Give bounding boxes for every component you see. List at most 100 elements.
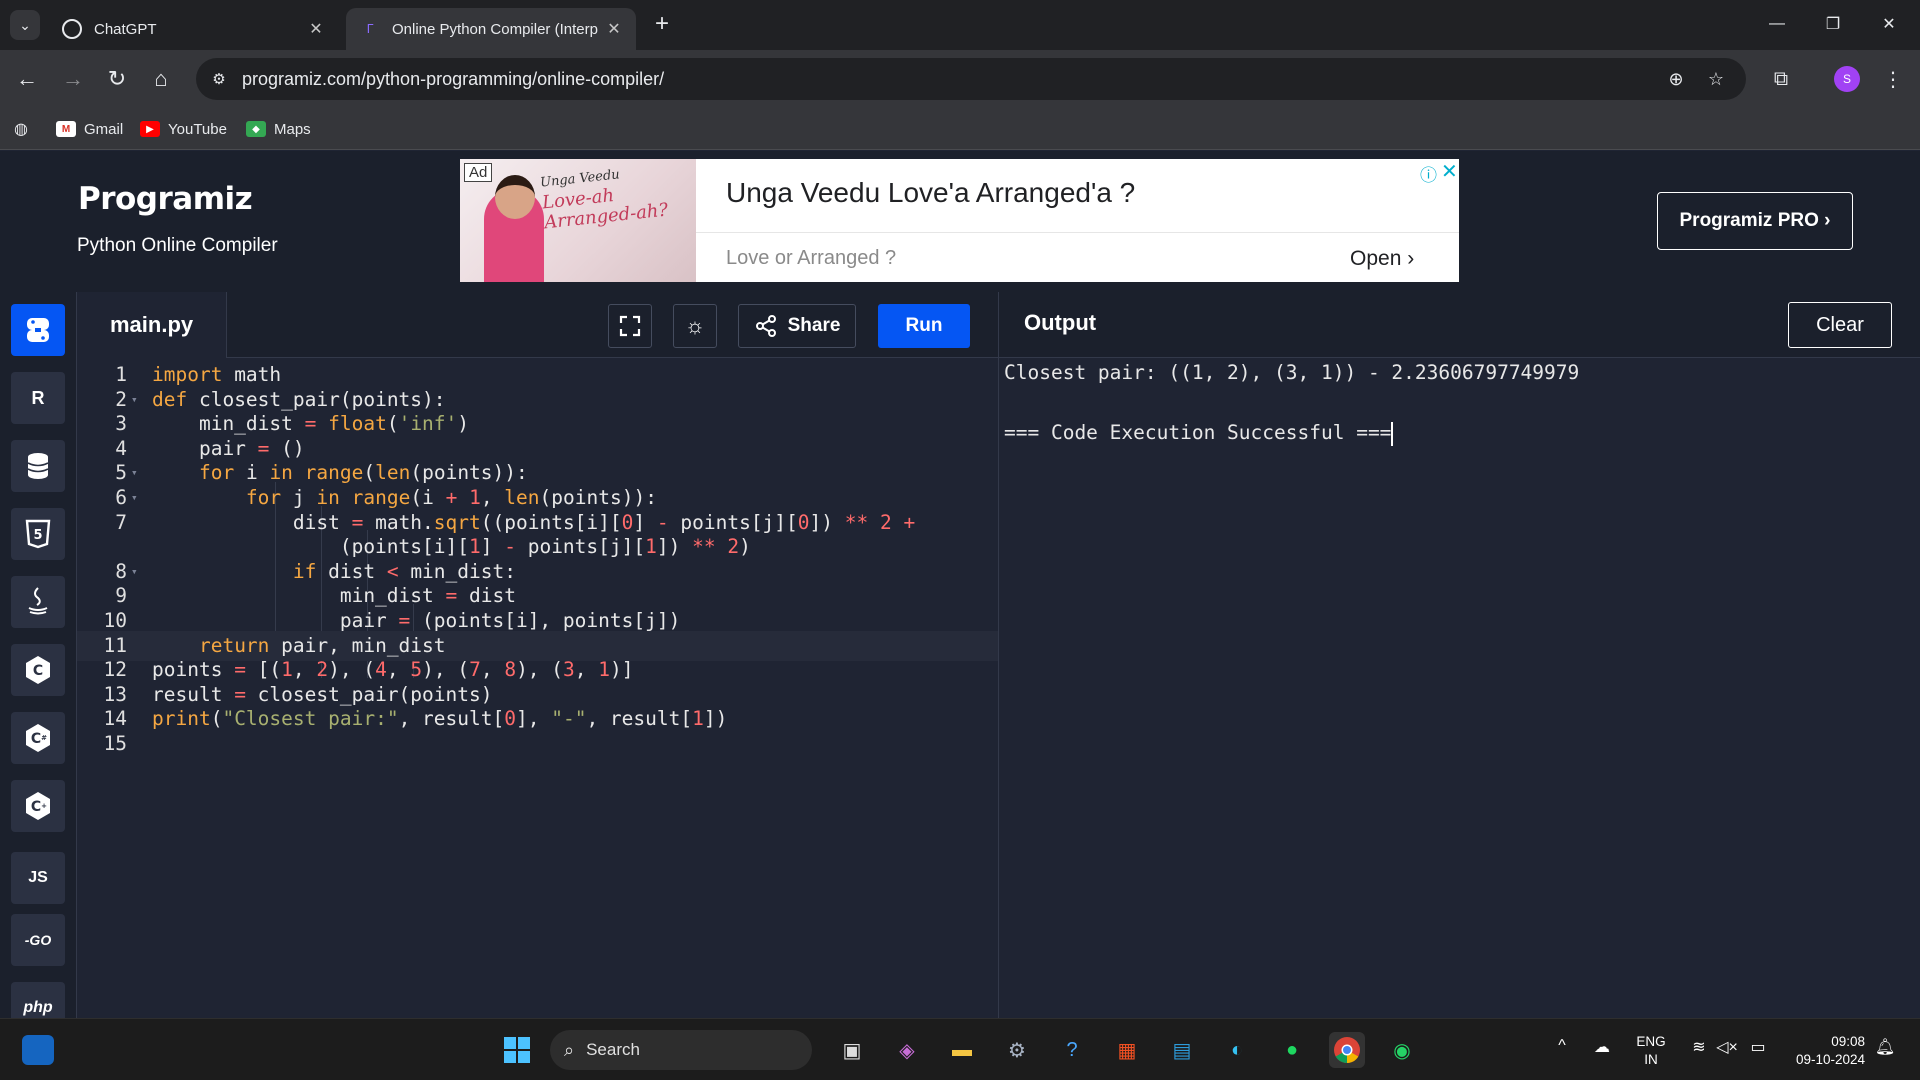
system-clock[interactable]: 09:08 09-10-2024: [1785, 1033, 1865, 1069]
bookmark-label: Gmail: [84, 120, 124, 138]
go-icon[interactable]: -GO: [11, 914, 65, 966]
file-tab-main-py[interactable]: main.py: [77, 292, 227, 358]
svg-text:#: #: [41, 734, 47, 742]
speaker-muted-icon[interactable]: ◁×: [1716, 1037, 1738, 1057]
minimize-icon: —: [1769, 15, 1785, 32]
close-icon[interactable]: ✕: [306, 19, 326, 39]
run-button[interactable]: Run: [878, 304, 970, 348]
tab-online-python-compiler[interactable]: ᒥ Online Python Compiler (Interp ✕: [346, 8, 636, 50]
home-icon: ⌂: [154, 66, 168, 91]
ms-store-icon[interactable]: ▦: [1109, 1032, 1145, 1068]
taskbar-search[interactable]: ⌕ Search: [550, 1030, 812, 1070]
help-icon[interactable]: ?: [1054, 1032, 1090, 1068]
onedrive-cloud-icon[interactable]: ☁: [1590, 1037, 1614, 1057]
restore-button[interactable]: ❐: [1810, 8, 1856, 40]
chevron-up-icon[interactable]: ^: [1552, 1037, 1572, 1055]
battery-icon[interactable]: ▭: [1746, 1037, 1770, 1057]
ad-badge: Ad: [464, 163, 493, 182]
close-window-button[interactable]: ✕: [1866, 8, 1912, 40]
back-button[interactable]: ←: [12, 64, 42, 94]
file-explorer-icon[interactable]: ▬: [944, 1032, 980, 1068]
search-placeholder: Search: [586, 1040, 640, 1059]
maps-icon: ◆: [246, 121, 266, 137]
zoom-icon[interactable]: ⊕: [1664, 67, 1688, 91]
gmail-icon: M: [56, 121, 76, 137]
minimize-button[interactable]: —: [1754, 8, 1800, 40]
settings-gear-icon[interactable]: ⚙: [999, 1032, 1035, 1068]
language-sidebar: R 5 C C # C + JS -GO php: [0, 292, 77, 1034]
browser-menu-button[interactable]: ⋮: [1878, 64, 1908, 94]
ad-headline[interactable]: Unga Veedu Love'a Arranged'a ?: [726, 177, 1135, 209]
info-icon[interactable]: ⓘ: [1420, 161, 1437, 186]
new-tab-button[interactable]: +: [648, 10, 676, 38]
ad-image-text: Unga Veedu Love-ah Arranged-ah?: [539, 167, 670, 234]
output-line: Closest pair: ((1, 2), (3, 1)) - 2.23606…: [1004, 361, 1580, 384]
site-info-icon[interactable]: ⚙: [208, 68, 230, 90]
extensions-button[interactable]: ⧉: [1766, 64, 1796, 94]
code-editor[interactable]: 1 import math 2 ▾ def closest_pair(points): 3…: [77, 358, 998, 1018]
address-bar[interactable]: ⚙ programiz.com/python-programming/onlin…: [196, 58, 1746, 100]
tab-chatgpt[interactable]: ChatGPT ✕: [48, 8, 338, 50]
ad-open-button[interactable]: Open ›: [1350, 247, 1414, 271]
sql-icon[interactable]: [11, 440, 65, 492]
csharp-icon[interactable]: C #: [11, 712, 65, 764]
python-icon[interactable]: [11, 304, 65, 356]
site-header: Programiz Python Online Compiler Unga Ve…: [0, 151, 1920, 292]
c-icon[interactable]: C: [11, 644, 65, 696]
share-button[interactable]: Share: [738, 304, 856, 348]
windows-taskbar: ⌕ Search ▣ ◈ ▬ ⚙ ? ▦ ▤ ◐ ● ◉ ^ ☁ ENG IN …: [0, 1018, 1920, 1080]
widgets-icon[interactable]: [22, 1035, 54, 1065]
home-button[interactable]: ⌂: [146, 64, 176, 94]
r-icon[interactable]: R: [11, 372, 65, 424]
programiz-pro-button[interactable]: Programiz PRO ›: [1657, 192, 1853, 250]
more-vert-icon: ⋮: [1883, 68, 1903, 91]
output-line: === Code Execution Successful ===: [1004, 421, 1394, 446]
reload-button[interactable]: ↻: [102, 64, 132, 94]
apps-shortcut[interactable]: ◍: [14, 118, 28, 140]
puzzle-icon: ⧉: [1773, 67, 1789, 90]
reload-icon: ↻: [107, 66, 127, 91]
clear-button[interactable]: Clear: [1788, 302, 1892, 348]
wifi-icon[interactable]: ≋: [1688, 1037, 1710, 1057]
fullscreen-button[interactable]: [608, 304, 652, 348]
profile-avatar[interactable]: S: [1834, 66, 1860, 92]
html-icon[interactable]: 5: [11, 508, 65, 560]
edge-icon[interactable]: ◐: [1219, 1032, 1255, 1068]
windows-icon: [504, 1037, 530, 1063]
whatsapp-icon[interactable]: ◉: [1384, 1032, 1420, 1068]
arrow-right-icon: →: [62, 66, 84, 91]
bookmark-star-icon[interactable]: ☆: [1704, 67, 1728, 91]
programiz-logo[interactable]: Programiz: [78, 181, 253, 217]
input-language-indicator[interactable]: ENG IN: [1634, 1033, 1668, 1069]
bookmark-gmail[interactable]: M Gmail: [56, 118, 123, 140]
ad-person-face: [495, 175, 535, 219]
code-line[interactable]: 15: [77, 729, 998, 759]
forward-button[interactable]: →: [58, 64, 88, 94]
search-icon: ⌕: [564, 1039, 575, 1060]
youtube-icon: ▶: [140, 121, 160, 137]
output-toolbar: Output Clear: [998, 292, 1920, 358]
theme-toggle-button[interactable]: ☼: [673, 304, 717, 348]
js-icon[interactable]: JS: [11, 852, 65, 904]
bookmark-youtube[interactable]: ▶ YouTube: [140, 118, 227, 140]
sun-icon: ☼: [684, 313, 706, 338]
bookmark-label: Maps: [274, 120, 311, 138]
copilot-icon[interactable]: ◈: [889, 1032, 925, 1068]
close-icon: ✕: [1882, 16, 1896, 33]
cpp-icon[interactable]: C +: [11, 780, 65, 832]
tab-search-dropdown[interactable]: ⌄: [10, 10, 40, 40]
myhp-icon[interactable]: ▤: [1164, 1032, 1200, 1068]
spotify-icon[interactable]: ●: [1274, 1032, 1310, 1068]
java-icon[interactable]: [11, 576, 65, 628]
start-button[interactable]: [499, 1032, 535, 1068]
close-icon[interactable]: ✕: [604, 19, 624, 39]
advertisement-banner[interactable]: Unga Veedu Love-ah Arranged-ah? Ad Unga …: [460, 159, 1459, 282]
bookmark-maps[interactable]: ◆ Maps: [246, 118, 311, 140]
bookmarks-bar: ◍ M Gmail ▶ YouTube ◆ Maps: [0, 108, 1920, 150]
notification-bell-icon[interactable]: 🔔︎: [1874, 1037, 1896, 1057]
output-console[interactable]: Closest pair: ((1, 2), (3, 1)) - 2.23606…: [998, 358, 1920, 1018]
chrome-icon[interactable]: [1329, 1032, 1365, 1068]
close-icon[interactable]: ✕: [1441, 159, 1458, 184]
task-view-icon[interactable]: ▣: [834, 1032, 870, 1068]
svg-text:C: C: [31, 731, 41, 747]
